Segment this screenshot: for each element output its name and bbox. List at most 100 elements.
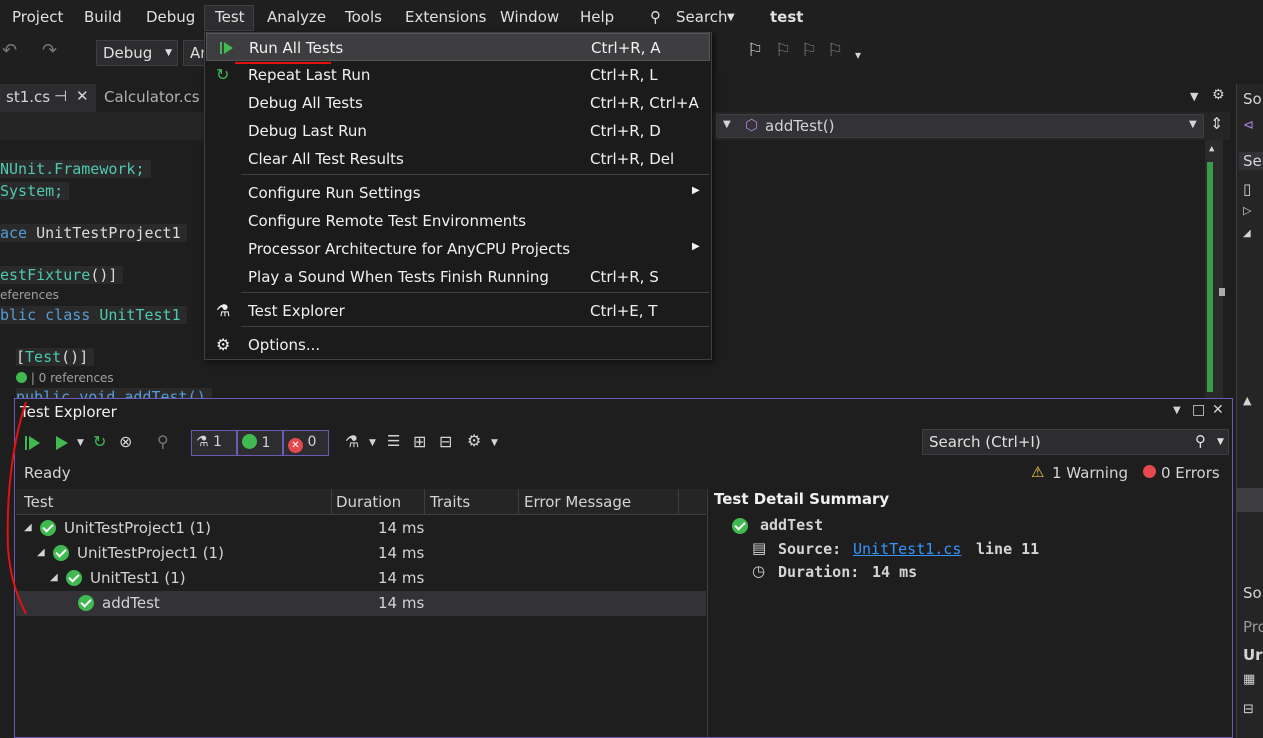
- redo-icon[interactable]: ↷: [42, 40, 57, 61]
- bookmark-next-icon[interactable]: ⚐: [801, 40, 817, 61]
- member-name: addTest(): [765, 117, 835, 135]
- scroll-up-icon[interactable]: ▲: [1209, 144, 1214, 154]
- column-divider[interactable]: [331, 489, 332, 515]
- tree-row-test[interactable]: addTest 14 ms: [16, 591, 706, 616]
- test-list-header: Test Duration Traits Error Message: [16, 489, 706, 515]
- passed-count-filter[interactable]: 1: [237, 430, 283, 456]
- expand-icon[interactable]: ◢: [50, 572, 58, 583]
- menu-help[interactable]: Help: [580, 8, 614, 26]
- code-attribute: estFixture: [0, 266, 91, 284]
- menu-item-options[interactable]: ⚙ Options...: [206, 331, 710, 359]
- row-duration: 14 ms: [378, 544, 425, 562]
- vertical-scrollbar[interactable]: ▲: [1205, 140, 1225, 398]
- tree-row-class[interactable]: ◢ UnitTest1 (1) 14 ms: [16, 566, 706, 591]
- menu-item-run-all-tests[interactable]: Run All Tests Ctrl+R, A: [206, 33, 710, 64]
- member-dropdown[interactable]: ▼ ⬡ addTest() ▼: [716, 114, 1204, 138]
- config-dropdown[interactable]: Debug ▼: [96, 40, 178, 66]
- global-search[interactable]: Search: [676, 8, 728, 26]
- search-icon[interactable]: ⚲: [1195, 432, 1206, 450]
- collapse-all-icon[interactable]: ⊟: [439, 432, 452, 451]
- chevron-down-icon[interactable]: ▼: [491, 438, 498, 448]
- expand-icon[interactable]: ◢: [1243, 228, 1251, 239]
- total-count-filter[interactable]: ⚗ 1: [191, 430, 237, 456]
- column-error-message[interactable]: Error Message: [524, 493, 631, 511]
- chevron-down-icon[interactable]: ▼: [77, 438, 84, 448]
- codelens-references[interactable]: eferences: [0, 288, 59, 302]
- search-icon[interactable]: ⚲: [650, 8, 661, 26]
- menu-analyze[interactable]: Analyze: [267, 8, 326, 26]
- menu-item-processor-architecture[interactable]: Processor Architecture for AnyCPU Projec…: [206, 235, 710, 263]
- filter-icon[interactable]: ⚲: [157, 432, 169, 451]
- menu-build[interactable]: Build: [84, 8, 122, 26]
- split-icon[interactable]: ⇕: [1210, 114, 1223, 133]
- chevron-down-icon[interactable]: ▼: [369, 438, 376, 448]
- warning-count[interactable]: 1 Warning: [1052, 464, 1128, 482]
- panel-menu-icon[interactable]: ▼: [1173, 405, 1181, 416]
- column-duration[interactable]: Duration: [336, 493, 401, 511]
- expand-all-icon[interactable]: ⊞: [413, 432, 426, 451]
- pin-icon[interactable]: ⊣: [54, 87, 67, 105]
- failed-count-filter[interactable]: ✕ 0: [283, 430, 329, 456]
- chevron-down-icon[interactable]: ▼: [727, 12, 735, 23]
- scroll-thumb[interactable]: [1219, 288, 1225, 296]
- tab-list-icon[interactable]: ▼: [1190, 90, 1198, 103]
- column-divider[interactable]: [518, 489, 519, 515]
- menu-item-clear-results[interactable]: Clear All Test Results Ctrl+R, Del: [206, 145, 710, 173]
- bookmark-clear-icon[interactable]: ⚐: [827, 40, 843, 61]
- menu-item-label: Configure Run Settings: [248, 184, 421, 202]
- playlist-icon[interactable]: ⚗: [345, 432, 359, 451]
- column-divider[interactable]: [424, 489, 425, 515]
- menu-debug[interactable]: Debug: [146, 8, 195, 26]
- menu-item-test-explorer[interactable]: ⚗ Test Explorer Ctrl+E, T: [206, 297, 710, 325]
- sidebar-label[interactable]: Sol: [1243, 90, 1263, 108]
- menu-item-repeat-last-run[interactable]: ↻ Repeat Last Run Ctrl+R, L: [206, 61, 710, 89]
- platform-dropdown[interactable]: Ar: [183, 40, 206, 66]
- source-file-link[interactable]: UnitTest1.cs: [853, 540, 961, 558]
- cancel-icon[interactable]: ⊗: [119, 432, 132, 451]
- menu-item-configure-remote[interactable]: Configure Remote Test Environments: [206, 207, 710, 235]
- code-text: System;: [0, 182, 64, 200]
- maximize-icon[interactable]: □: [1192, 402, 1205, 418]
- menu-tools[interactable]: Tools: [345, 8, 382, 26]
- tree-row-project[interactable]: ◢ UnitTestProject1 (1) 14 ms: [16, 516, 706, 541]
- close-icon[interactable]: ✕: [76, 87, 89, 105]
- gear-icon[interactable]: ⚙: [1212, 87, 1225, 103]
- codelens-references[interactable]: | 0 references: [16, 371, 114, 385]
- menu-item-shortcut: Ctrl+R, Del: [590, 150, 675, 168]
- expand-icon[interactable]: ▷: [1243, 204, 1251, 217]
- fail-icon: ✕: [288, 438, 303, 453]
- close-icon[interactable]: ✕: [1212, 402, 1224, 418]
- menu-project[interactable]: Project: [12, 8, 63, 26]
- column-divider[interactable]: [678, 489, 679, 515]
- gear-icon[interactable]: ⚙: [467, 431, 481, 450]
- overflow-icon[interactable]: ▾: [855, 48, 861, 62]
- properties-icon[interactable]: ▦: [1243, 672, 1255, 687]
- bookmark-prev-icon[interactable]: ⚐: [775, 40, 791, 61]
- menu-window[interactable]: Window: [500, 8, 559, 26]
- menu-test[interactable]: Test: [204, 5, 254, 31]
- code-line: System;: [0, 182, 70, 200]
- chevron-down-icon[interactable]: ▼: [1217, 437, 1224, 447]
- tab-calculator[interactable]: Calculator.cs: [98, 84, 206, 112]
- sidebar-label[interactable]: Pro: [1243, 618, 1263, 636]
- column-traits[interactable]: Traits: [430, 493, 470, 511]
- search-input[interactable]: Search (Ctrl+I) ⚲ ▼: [922, 429, 1229, 455]
- row-duration: 14 ms: [378, 569, 425, 587]
- tab-unittest1[interactable]: st1.cs ⊣ ✕: [0, 84, 96, 112]
- sidebar-label[interactable]: Sol: [1243, 584, 1263, 602]
- menu-item-debug-last-run[interactable]: Debug Last Run Ctrl+R, D: [206, 117, 710, 145]
- group-by-icon[interactable]: ☰: [387, 432, 400, 450]
- menu-item-play-sound[interactable]: Play a Sound When Tests Finish Running C…: [206, 263, 710, 291]
- repeat-icon[interactable]: ↻: [93, 432, 106, 451]
- menu-extensions[interactable]: Extensions: [405, 8, 486, 26]
- collapse-icon[interactable]: ⊟: [1243, 702, 1254, 717]
- bookmark-icon[interactable]: ⚐: [747, 40, 763, 61]
- tree-row-namespace[interactable]: ◢ UnitTestProject1 (1) 14 ms: [16, 541, 706, 566]
- menu-item-debug-all-tests[interactable]: Debug All Tests Ctrl+R, Ctrl+A: [206, 89, 710, 117]
- error-count[interactable]: 0 Errors: [1161, 464, 1220, 482]
- run-icon[interactable]: [53, 433, 71, 453]
- sidebar-search[interactable]: Se: [1239, 152, 1263, 170]
- sidebar-label[interactable]: Ur: [1243, 646, 1263, 664]
- menu-item-configure-run-settings[interactable]: Configure Run Settings ▶: [206, 179, 710, 207]
- undo-icon[interactable]: ↶: [2, 40, 17, 61]
